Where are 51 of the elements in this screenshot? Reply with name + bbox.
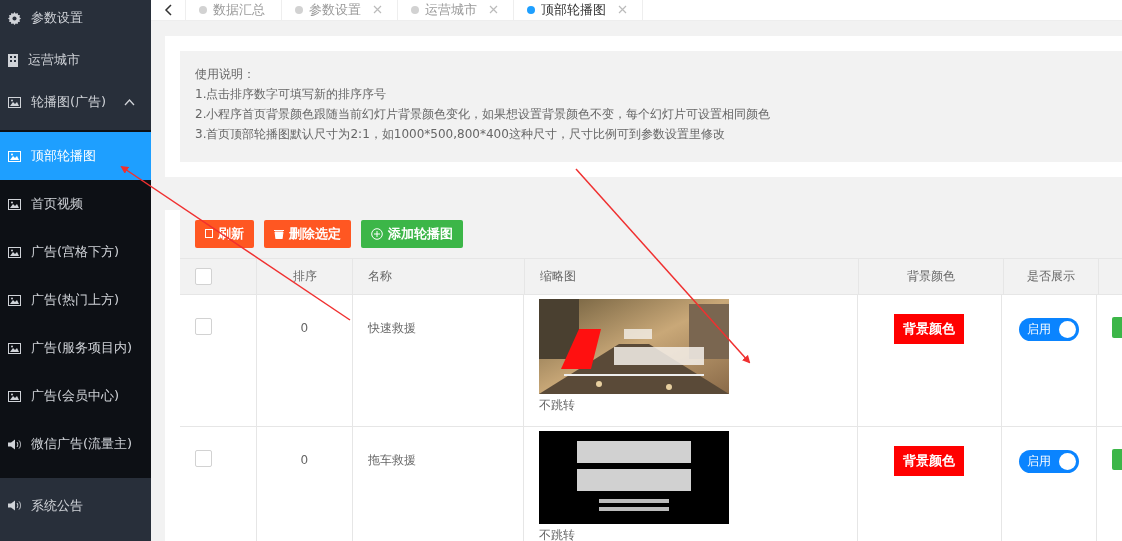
toggle-switch[interactable]: 启用 — [1019, 449, 1080, 473]
checkbox[interactable] — [195, 267, 212, 285]
building-icon — [8, 53, 18, 67]
speaker-icon — [8, 500, 21, 511]
checkbox[interactable] — [195, 449, 212, 467]
image-icon — [8, 390, 21, 402]
edit-button[interactable] — [1112, 448, 1122, 470]
image-icon — [8, 294, 21, 306]
column-header: 背景颜色 — [859, 258, 1004, 294]
sidebar-item[interactable]: 广告(服务项目内) — [0, 324, 151, 372]
table-cell: 快速救援 — [367, 320, 416, 335]
trash-icon — [274, 228, 284, 239]
color-button[interactable]: 背景颜色 — [894, 313, 965, 344]
order-number[interactable]: 0 — [300, 450, 309, 469]
color-button[interactable]: 背景颜色 — [894, 445, 965, 476]
square-icon — [205, 229, 213, 238]
sidebar-item[interactable]: 广告(会员中心) — [0, 372, 151, 420]
sidebar-item[interactable]: 微信广告(流量主) — [0, 420, 151, 468]
link-type: 不跳转 — [539, 527, 577, 541]
image-icon — [8, 246, 21, 258]
notice-line: 2.小程序首页背景颜色跟随当前幻灯片背景颜色变化，如果想设置背景颜色不变，每个幻灯片可设置相同颜色 — [195, 105, 772, 123]
notice-line: 使用说明： — [195, 65, 256, 83]
column-header: 是否展示 — [1004, 258, 1099, 294]
image-icon — [8, 198, 21, 210]
refresh-button[interactable]: 刷新 — [195, 219, 254, 248]
speaker-icon — [8, 438, 21, 450]
notice-line: 3.首页顶部轮播图默认尺寸为2:1，如1000*500,800*400这种尺寸，尺寸比例可到参数设置里修改 — [195, 125, 726, 143]
close-icon[interactable] — [373, 5, 382, 15]
notice-line: 1.点击排序数字可填写新的排序序号 — [195, 85, 388, 103]
link-type: 不跳转 — [539, 397, 577, 412]
close-icon[interactable] — [618, 5, 627, 15]
close-icon[interactable] — [489, 5, 498, 15]
table-cell: 拖车救援 — [367, 452, 416, 467]
image-icon — [8, 342, 21, 354]
sidebar-item[interactable]: 广告(热门上方) — [0, 276, 151, 324]
column-header: 排序 — [257, 258, 353, 294]
edit-button[interactable] — [1112, 316, 1122, 338]
sidebar-item[interactable]: 广告(宫格下方) — [0, 228, 151, 276]
sidebar-item[interactable]: 首页视频 — [0, 180, 151, 228]
order-number[interactable]: 0 — [300, 318, 309, 337]
chevron-left-icon — [164, 3, 172, 16]
column-header: 缩略图 — [525, 258, 859, 294]
column-header: 名称 — [353, 258, 525, 294]
image-icon — [8, 96, 21, 108]
delete-button[interactable]: 删除选定 — [264, 219, 351, 248]
plus-circle-icon — [371, 227, 383, 240]
tab[interactable]: 顶部轮播图 — [514, 0, 643, 20]
gear-icon — [8, 11, 21, 25]
toggle-switch[interactable]: 启用 — [1019, 317, 1080, 341]
checkbox[interactable] — [195, 317, 212, 335]
image-icon — [8, 150, 21, 162]
